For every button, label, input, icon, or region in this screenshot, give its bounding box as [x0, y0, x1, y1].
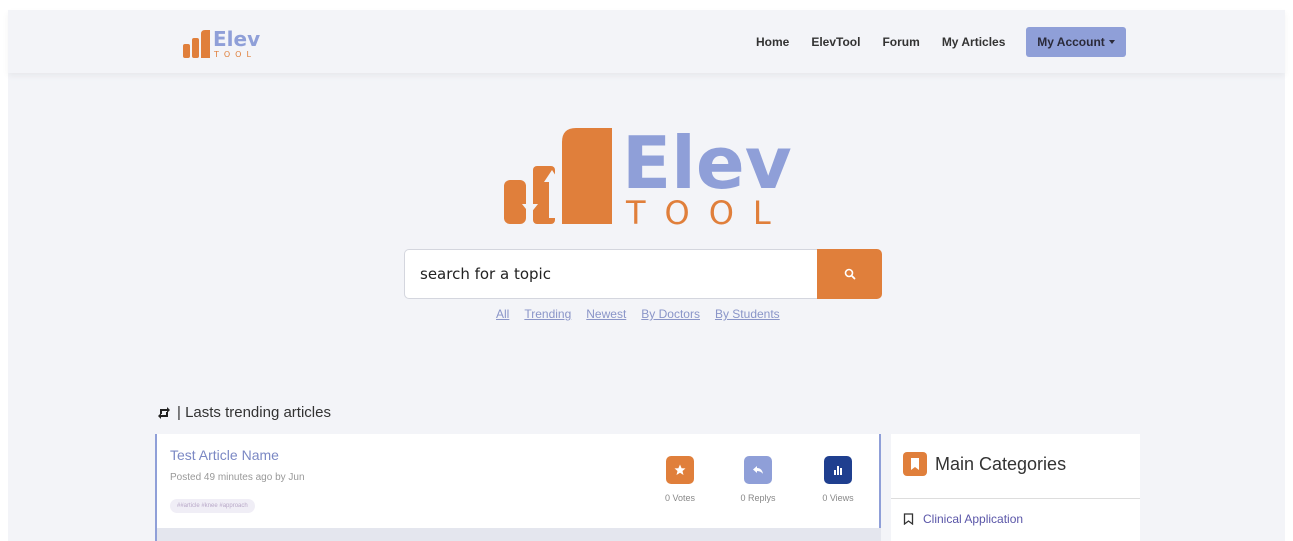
- nav-link-home[interactable]: Home: [756, 35, 789, 49]
- page-right-border: [1285, 0, 1293, 541]
- hero-logo-text: Elev: [622, 122, 792, 205]
- article-card[interactable]: Test Article Name Posted 49 minutes ago …: [155, 434, 881, 528]
- categories-header: Main Categories: [903, 452, 1066, 476]
- filter-trending[interactable]: Trending: [524, 307, 571, 321]
- views-count: 0 Views: [822, 493, 854, 503]
- votes-count: 0 Votes: [664, 493, 696, 503]
- filter-newest[interactable]: Newest: [586, 307, 626, 321]
- category-item-clinical-application[interactable]: Clinical Application: [903, 512, 1023, 526]
- search-box: [404, 249, 882, 299]
- bookmark-icon: [911, 458, 919, 470]
- votes-stat: 0 Votes: [645, 456, 715, 503]
- bar-chart-icon: [834, 466, 842, 475]
- search-icon: [844, 268, 855, 280]
- nav-logo[interactable]: Elev TOOL: [183, 26, 283, 62]
- retweet-icon: [158, 406, 170, 419]
- views-button[interactable]: [824, 456, 852, 484]
- reply-icon: [753, 466, 763, 474]
- hero-logo-subtext: TOOL: [625, 194, 790, 232]
- nav-logo-text: Elev: [213, 27, 260, 51]
- page-left-border: [0, 0, 8, 541]
- article-title[interactable]: Test Article Name: [170, 447, 279, 463]
- reply-button[interactable]: [744, 456, 772, 484]
- replys-count: 0 Replys: [740, 493, 776, 503]
- trending-section-title: | Lasts trending articles: [157, 404, 331, 421]
- vote-button[interactable]: [666, 456, 694, 484]
- categories-divider: [891, 498, 1140, 499]
- replys-stat: 0 Replys: [723, 456, 793, 503]
- nav-link-forum[interactable]: Forum: [882, 35, 919, 49]
- nav-link-my-articles[interactable]: My Articles: [942, 35, 1006, 49]
- next-article-card-edge: [155, 528, 881, 541]
- filter-by-doctors[interactable]: By Doctors: [641, 307, 700, 321]
- my-account-button[interactable]: My Account: [1026, 27, 1126, 57]
- article-tags[interactable]: ##article #knee #approach: [170, 499, 255, 513]
- page-top-border: [0, 0, 1293, 10]
- bookmark-outline-icon: [903, 513, 914, 525]
- article-meta: Posted 49 minutes ago by Jun: [170, 472, 305, 483]
- hero-logo: Elev TOOL: [500, 121, 800, 232]
- nav-link-elevtool[interactable]: ElevTool: [811, 35, 860, 49]
- categories-title: Main Categories: [935, 453, 1067, 474]
- top-navbar: Elev TOOL Home ElevTool Forum My Article…: [8, 10, 1285, 73]
- search-filters: All Trending Newest By Doctors By Studen…: [496, 307, 795, 321]
- views-stat: 0 Views: [803, 456, 873, 503]
- nav-links: Home ElevTool Forum My Articles: [756, 27, 1027, 57]
- caret-down-icon: [1108, 40, 1115, 44]
- my-account-label: My Account: [1037, 35, 1105, 49]
- search-button[interactable]: [817, 249, 882, 299]
- filter-all[interactable]: All: [496, 307, 509, 321]
- category-item-label: Clinical Application: [923, 512, 1024, 526]
- nav-logo-subtext: TOOL: [213, 50, 256, 59]
- filter-by-students[interactable]: By Students: [715, 307, 780, 321]
- bookmark-badge: [903, 452, 927, 476]
- star-icon: [674, 464, 686, 475]
- categories-panel: Main Categories Clinical Application: [891, 434, 1140, 541]
- trending-title-text: | Lasts trending articles: [177, 404, 331, 421]
- search-input[interactable]: [404, 249, 817, 299]
